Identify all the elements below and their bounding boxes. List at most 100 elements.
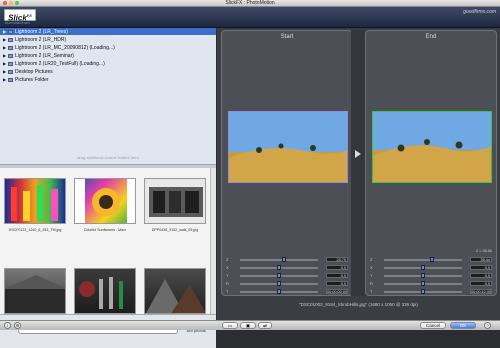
slider-knob[interactable]	[277, 281, 281, 286]
thumbnail-art	[11, 185, 58, 221]
thumbnail-caption: DSCF0123_1240_8_253_TM.jpg	[8, 228, 62, 232]
slider-track[interactable]	[240, 259, 318, 261]
start-panel-title: Start	[280, 34, 294, 40]
slider-knob[interactable]	[277, 289, 281, 294]
slider-row: R 0.0	[226, 281, 350, 287]
thumbnail-image[interactable]	[144, 268, 206, 314]
slider-label: R	[226, 281, 229, 286]
slider-knob[interactable]	[430, 257, 434, 262]
slider-knob[interactable]	[421, 265, 425, 270]
end-frame-image[interactable]	[372, 111, 492, 183]
folder-icon	[8, 53, 13, 58]
folder-icon	[8, 77, 13, 82]
settings-icon[interactable]: ⚙	[14, 322, 21, 329]
slider-knob[interactable]	[421, 289, 425, 294]
thumbnail-caption: Colorful Sunflowers - Macr	[83, 228, 127, 232]
thumbnail-art	[79, 277, 123, 309]
slider-value[interactable]: 00:00:00:00	[326, 289, 348, 294]
thumbnail-grid: DSCF0123_1240_8_253_TM.jpg Colorful Sunf…	[0, 168, 210, 314]
slider-row: Y 0.0	[370, 273, 494, 279]
landscape-image	[229, 112, 347, 182]
slider-row: X 0.0	[370, 265, 494, 271]
folder-list: ▶ Lightroom 2 (LR_Trees) ▶ Lightroom 2 (LR…	[0, 28, 216, 164]
slider-value[interactable]: 0.0	[470, 273, 492, 278]
folder-icon	[8, 37, 13, 42]
slider-value[interactable]: 0.0	[470, 281, 492, 286]
slider-label: Y	[370, 273, 373, 278]
slider-value[interactable]: 0.0	[326, 273, 348, 278]
slider-knob[interactable]	[277, 273, 281, 278]
motion-editor: Start Z 23.79 X 0.0 Y 0.0 R 0.0 T 00:00:00:00…	[217, 28, 500, 320]
slider-value[interactable]: 00:00:10:00	[470, 289, 492, 294]
folder-item[interactable]: ▶ Lightroom 2 (LR20_TestFull) (Loading...…	[0, 60, 216, 67]
thumbnail-image[interactable]	[144, 178, 206, 224]
thumbnail-caption: DPP0438_9152_walk_05.jpg	[151, 228, 199, 232]
slider-label: Z	[226, 257, 229, 262]
app-logo: SlickFX	[4, 9, 36, 23]
file-info: "DSC01002_9184_ShrubHills.jpg" (1680 x 1…	[299, 302, 418, 307]
slider-row: Y 0.0	[226, 273, 350, 279]
slider-value[interactable]: 0.0	[326, 265, 348, 270]
thumbnail-art	[5, 275, 65, 313]
slider-value[interactable]: 39.44	[470, 257, 492, 262]
app-header	[0, 7, 500, 28]
slider-row: R 0.0	[370, 281, 494, 287]
view-mode-button[interactable]: ▭	[222, 322, 238, 329]
start-panel: Start Z 23.79 X 0.0 Y 0.0 R 0.0 T 00:00:00:00	[221, 30, 353, 296]
zoom-readout: Z = 36.86	[475, 249, 492, 253]
slider-value[interactable]: 0.0	[470, 265, 492, 270]
slider-label: Z	[370, 257, 373, 262]
window-title: SlickFX : PhotoMotion	[225, 0, 275, 6]
info-icon[interactable]: i	[4, 322, 11, 329]
folder-item[interactable]: ▶ Pictures Folder	[0, 76, 216, 83]
thumbnail-art	[149, 187, 203, 217]
vertical-scrollbar[interactable]	[210, 168, 216, 314]
play-preview-icon[interactable]	[351, 30, 365, 296]
folder-icon	[8, 29, 13, 34]
folder-item[interactable]: ▶ Lightroom 2 (LR_HDR)	[0, 36, 216, 43]
slider-label: T	[370, 289, 373, 294]
thumbnail-image[interactable]	[74, 268, 136, 314]
folder-item[interactable]: ▶ Desktop Pictures	[0, 68, 216, 75]
cancel-button[interactable]: Cancel	[420, 322, 446, 329]
slider-track[interactable]	[384, 259, 462, 261]
slider-label: X	[226, 265, 229, 270]
start-frame-image[interactable]	[228, 111, 348, 183]
bottom-toolbar: i ⚙ ▭ ▣ ⇄ Cancel OK ?	[0, 320, 500, 330]
folder-icon	[8, 69, 13, 74]
slider-row: T 00:00:00:00	[226, 289, 350, 295]
slider-knob[interactable]	[421, 281, 425, 286]
center-divider	[351, 30, 365, 296]
slider-value[interactable]: 23.79	[326, 257, 348, 262]
folder-item[interactable]: ▶ Lightroom 2 (LR_MC_20090812) (Loading..…	[0, 44, 216, 51]
slider-row: Z 23.79	[226, 257, 350, 263]
thumbnail-image[interactable]	[4, 268, 66, 314]
folder-icon	[8, 61, 13, 66]
thumbnail-art	[75, 179, 135, 223]
slider-label: X	[370, 265, 373, 270]
slider-knob[interactable]	[282, 257, 286, 262]
slider-knob[interactable]	[277, 265, 281, 270]
slider-value[interactable]: 0.0	[326, 281, 348, 286]
photo-browser: ▶ Lightroom 2 (LR_Trees) ▶ Lightroom 2 (LR…	[0, 28, 216, 348]
thumbnail-image[interactable]	[4, 178, 66, 224]
swap-button[interactable]: ⇄	[258, 322, 272, 329]
window-titlebar: SlickFX : PhotoMotion	[0, 0, 500, 7]
brand-text: goodfirms.com	[463, 9, 496, 15]
folder-icon	[8, 45, 13, 50]
thumbnail-image[interactable]	[74, 178, 136, 224]
ok-button[interactable]: OK	[450, 322, 476, 329]
end-panel-title: End	[425, 34, 437, 40]
end-panel: End Z = 36.86 Z 39.44 X 0.0 Y 0.0 R 0.0 T 00:…	[365, 30, 497, 296]
aspect-button[interactable]: ▣	[240, 322, 256, 329]
folder-item[interactable]: ▶ Lightroom 2 (LR_Seminar)	[0, 52, 216, 59]
slider-row: Z 39.44	[370, 257, 494, 263]
slider-label: T	[226, 289, 229, 294]
slider-knob[interactable]	[421, 273, 425, 278]
help-button[interactable]: ?	[484, 322, 491, 329]
slider-label: R	[370, 281, 373, 286]
slider-row: T 00:00:10:00	[370, 289, 494, 295]
folder-item[interactable]: ▶ Lightroom 2 (LR_Trees)	[0, 28, 216, 35]
slider-label: Y	[226, 273, 229, 278]
drop-hint: drag additional source folders here	[77, 155, 139, 160]
